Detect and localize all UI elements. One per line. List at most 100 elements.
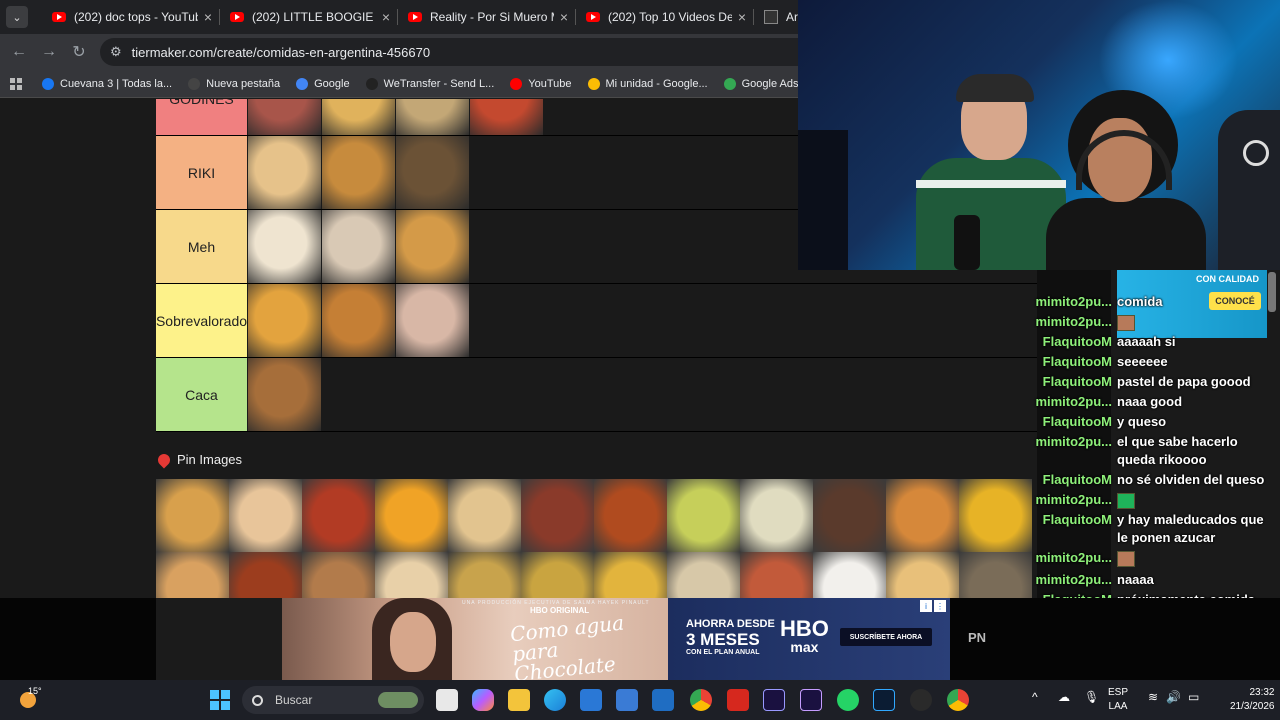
chat-username[interactable]: FlaquitooM: [1043, 413, 1112, 431]
bookmark-item[interactable]: WeTransfer - Send L...: [365, 77, 494, 90]
pin-food-image[interactable]: [229, 479, 302, 552]
pin-food-image[interactable]: [740, 552, 813, 598]
taskbar-search[interactable]: Buscar: [242, 686, 424, 714]
tier-label[interactable]: Sobrevalorado: [156, 284, 247, 357]
food-image[interactable]: [248, 284, 321, 357]
editor-icon[interactable]: [616, 689, 638, 711]
task-view-icon[interactable]: [436, 689, 458, 711]
volume-icon[interactable]: 🔊: [1166, 690, 1181, 704]
pin-food-image[interactable]: [302, 552, 375, 598]
chat-username[interactable]: FlaquitooM: [1043, 333, 1112, 351]
weather-widget[interactable]: 15°: [16, 686, 46, 714]
close-tab-icon[interactable]: ×: [738, 9, 746, 25]
browser-tab[interactable]: (202) Top 10 Videos De FA ×: [576, 0, 754, 34]
tray-expand-icon[interactable]: ^: [1032, 690, 1038, 704]
chrome-icon[interactable]: [690, 689, 712, 711]
close-tab-icon[interactable]: ×: [560, 9, 568, 25]
chat-username[interactable]: mimito2pu...: [1035, 393, 1112, 411]
windows-start-icon[interactable]: [210, 690, 230, 710]
pin-food-image[interactable]: [667, 552, 740, 598]
onedrive-icon[interactable]: ☁: [1058, 690, 1070, 704]
pin-food-image[interactable]: [813, 552, 886, 598]
store-icon[interactable]: [580, 689, 602, 711]
tier-label[interactable]: Caca: [156, 358, 247, 431]
close-tab-icon[interactable]: ×: [204, 9, 212, 25]
browser-tab[interactable]: (202) LITTLE BOOGIE FEAT ×: [220, 0, 398, 34]
copilot-icon[interactable]: [472, 689, 494, 711]
food-image[interactable]: [470, 99, 543, 135]
hbo-subscribe-button[interactable]: SUSCRÍBETE AHORA: [840, 628, 932, 646]
premiere-icon[interactable]: [763, 689, 785, 711]
chat-username[interactable]: mimito2pu...: [1035, 293, 1112, 311]
pin-food-image[interactable]: [156, 552, 229, 598]
food-image[interactable]: [322, 99, 395, 135]
food-image[interactable]: [322, 136, 395, 209]
chat-username[interactable]: mimito2pu...: [1035, 313, 1112, 331]
ad-como-agua-para-chocolate[interactable]: UNA PRODUCCIÓN EJECUTIVA DE SALMA HAYEK …: [282, 598, 668, 686]
food-image[interactable]: [396, 210, 469, 283]
pin-food-image[interactable]: [813, 479, 886, 552]
pin-food-image[interactable]: [594, 479, 667, 552]
pin-food-image[interactable]: [594, 552, 667, 598]
food-image[interactable]: [248, 210, 321, 283]
whatsapp-icon[interactable]: [837, 689, 859, 711]
bookmark-item[interactable]: Mi unidad - Google...: [587, 77, 708, 90]
chat-username[interactable]: FlaquitooM: [1043, 471, 1112, 489]
chat-username[interactable]: FlaquitooM: [1043, 373, 1112, 391]
obs-icon[interactable]: [910, 689, 932, 711]
pin-food-image[interactable]: [521, 552, 594, 598]
food-image[interactable]: [322, 284, 395, 357]
chat-username[interactable]: mimito2pu...: [1035, 571, 1112, 589]
microphone-icon[interactable]: 🎙: [1084, 690, 1099, 704]
wifi-icon[interactable]: ≋: [1148, 690, 1158, 704]
pin-food-image[interactable]: [521, 479, 594, 552]
photoshop-icon[interactable]: [873, 689, 895, 711]
pin-food-image[interactable]: [229, 552, 302, 598]
clock[interactable]: 23:32 21/3/2026: [1230, 686, 1275, 714]
after-effects-icon[interactable]: [800, 689, 822, 711]
chat-username[interactable]: mimito2pu...: [1035, 491, 1112, 509]
back-button[interactable]: ←: [4, 43, 34, 61]
pin-food-image[interactable]: [302, 479, 375, 552]
pin-food-image[interactable]: [886, 479, 959, 552]
pin-food-image[interactable]: [375, 479, 448, 552]
ad-hbo-max[interactable]: AHORRA DESDE 3 MESES CON EL PLAN ANUAL H…: [668, 598, 950, 680]
food-image[interactable]: [396, 136, 469, 209]
pin-food-image[interactable]: [448, 479, 521, 552]
chat-username[interactable]: mimito2pu...: [1035, 433, 1112, 451]
apps-icon[interactable]: [10, 77, 22, 90]
food-image[interactable]: [396, 99, 469, 135]
tier-label[interactable]: Meh: [156, 210, 247, 283]
browser-tab[interactable]: Reality - Por Si Muero Maña ×: [398, 0, 576, 34]
chat-username[interactable]: FlaquitooM: [1043, 353, 1112, 371]
chat-username[interactable]: FlaquitooM: [1043, 511, 1112, 529]
reload-button[interactable]: ↻: [64, 42, 94, 62]
bookmark-item[interactable]: Cuevana 3 | Todas la...: [42, 77, 172, 90]
tier-label[interactable]: GODINES: [156, 99, 247, 135]
battery-icon[interactable]: ▭: [1188, 690, 1199, 704]
app-l-icon[interactable]: [727, 689, 749, 711]
pin-food-image[interactable]: [740, 479, 813, 552]
tier-label[interactable]: RIKI: [156, 136, 247, 209]
bookmark-item[interactable]: Nueva pestaña: [188, 77, 280, 90]
bookmark-item[interactable]: Google: [296, 77, 350, 90]
chat-scrollbar[interactable]: [1268, 272, 1276, 312]
pin-food-image[interactable]: [886, 552, 959, 598]
chrome-profile-icon[interactable]: [947, 689, 969, 711]
forward-button[interactable]: →: [34, 43, 64, 61]
pin-food-image[interactable]: [667, 479, 740, 552]
edge-icon[interactable]: [544, 689, 566, 711]
outlook-icon[interactable]: [652, 689, 674, 711]
pin-food-image[interactable]: [156, 479, 229, 552]
file-explorer-icon[interactable]: [508, 689, 530, 711]
food-image[interactable]: [248, 99, 321, 135]
language-indicator[interactable]: ESP LAA: [1108, 686, 1128, 714]
pin-food-image[interactable]: [375, 552, 448, 598]
chat-username[interactable]: mimito2pu...: [1035, 549, 1112, 567]
food-image[interactable]: [396, 284, 469, 357]
pin-food-image[interactable]: [448, 552, 521, 598]
ad-info-icons[interactable]: i ⋮: [918, 600, 946, 612]
food-image[interactable]: [248, 358, 321, 431]
tab-search-button[interactable]: ⌄: [6, 6, 28, 28]
bookmark-item[interactable]: YouTube: [510, 77, 572, 90]
